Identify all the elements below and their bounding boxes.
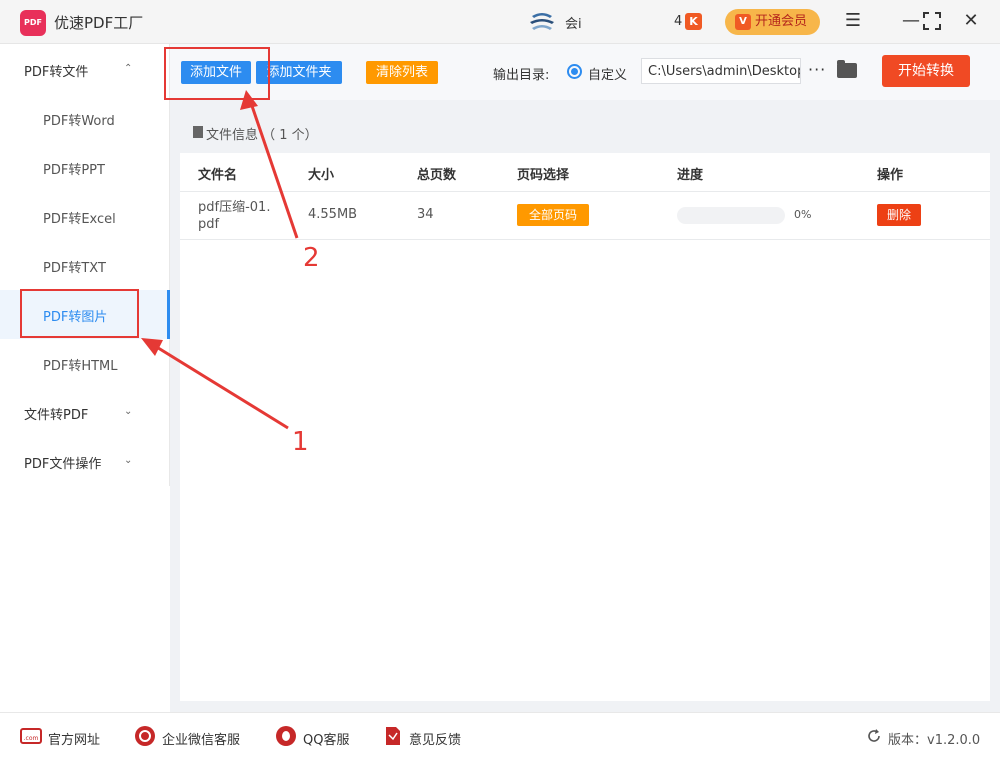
vip-icon: V bbox=[735, 14, 751, 30]
column-action: 操作 bbox=[877, 168, 904, 183]
version-text: 版本：v1.2.0.0 bbox=[888, 733, 981, 748]
user-name[interactable]: 会i bbox=[565, 13, 582, 32]
sidebar: PDF转文件 ⌃ PDF转Word PDF转PPT PDF转Excel PDF转… bbox=[0, 44, 170, 486]
row-divider bbox=[180, 239, 990, 240]
menu-icon[interactable]: ☰ bbox=[842, 10, 864, 32]
sidebar-item-pdf-to-word[interactable]: PDF转Word bbox=[43, 110, 115, 129]
app-logo: PDF bbox=[20, 10, 46, 36]
svg-text:.com: .com bbox=[24, 735, 39, 742]
footer-link-wechat[interactable]: 企业微信客服 bbox=[162, 729, 240, 748]
custom-output-label[interactable]: 自定义 bbox=[588, 64, 627, 83]
start-convert-button[interactable]: 开始转换 bbox=[882, 55, 970, 87]
progress-bar bbox=[677, 207, 785, 224]
sidebar-group-file-to-pdf[interactable]: 文件转PDF bbox=[24, 404, 88, 423]
column-page-select: 页码选择 bbox=[517, 168, 570, 183]
close-icon[interactable]: ✕ bbox=[960, 10, 982, 32]
progress-text: 0% bbox=[794, 208, 812, 221]
chevron-down-icon[interactable]: ⌄ bbox=[124, 406, 132, 417]
sidebar-group-pdf-operations[interactable]: PDF文件操作 bbox=[24, 453, 101, 472]
column-size: 大小 bbox=[308, 168, 335, 183]
footer: .com 官方网址 企业微信客服 QQ客服 意见反馈 版本：v1.2.0.0 bbox=[0, 712, 1000, 760]
column-filename: 文件名 bbox=[198, 168, 238, 183]
annotation-box-pdf-to-image bbox=[20, 289, 139, 338]
chevron-down-icon[interactable]: ⌄ bbox=[124, 455, 132, 466]
vip-button[interactable]: V 开通会员 bbox=[725, 9, 820, 35]
footer-link-qq[interactable]: QQ客服 bbox=[303, 729, 349, 748]
header-divider bbox=[180, 191, 990, 192]
browse-more-button[interactable]: ··· bbox=[808, 60, 826, 79]
file-info-header: 文件信息 （ 1 个） bbox=[180, 111, 990, 153]
clear-list-button[interactable]: 清除列表 bbox=[366, 61, 438, 84]
file-size: 4.55MB bbox=[308, 207, 358, 222]
column-pages: 总页数 bbox=[417, 168, 457, 183]
file-icon bbox=[193, 126, 203, 138]
sidebar-item-pdf-to-ppt[interactable]: PDF转PPT bbox=[43, 159, 105, 178]
footer-link-website[interactable]: 官方网址 bbox=[48, 729, 100, 748]
sidebar-item-pdf-to-html[interactable]: PDF转HTML bbox=[43, 355, 118, 374]
minimize-icon[interactable]: — bbox=[900, 10, 922, 32]
column-progress: 进度 bbox=[677, 168, 704, 183]
fullscreen-icon[interactable] bbox=[922, 11, 942, 31]
footer-link-feedback[interactable]: 意见反馈 bbox=[409, 729, 461, 748]
annotation-number-2: 2 bbox=[303, 243, 320, 273]
page-select-button[interactable]: 全部页码 bbox=[517, 204, 589, 226]
qq-service-icon[interactable] bbox=[275, 725, 297, 747]
file-list-panel: 文件信息 （ 1 个） 文件名 大小 总页数 页码选择 进度 操作 pdf压缩-… bbox=[180, 111, 990, 701]
notification-icon[interactable]: K bbox=[685, 13, 702, 30]
wechat-service-icon[interactable] bbox=[134, 725, 156, 747]
custom-output-radio[interactable] bbox=[567, 64, 582, 79]
title-bar: PDF 优速PDF工厂 会i 4 K V 开通会员 ☰ — ✕ bbox=[0, 0, 1000, 44]
vip-button-label: 开通会员 bbox=[755, 14, 808, 29]
sidebar-item-pdf-to-txt[interactable]: PDF转TXT bbox=[43, 257, 106, 276]
output-dir-label: 输出目录: bbox=[493, 68, 550, 83]
sidebar-group-pdf-to-file[interactable]: PDF转文件 bbox=[24, 61, 88, 80]
chevron-up-icon[interactable]: ⌃ bbox=[124, 63, 132, 74]
file-pages: 34 bbox=[417, 207, 434, 222]
app-title: 优速PDF工厂 bbox=[54, 14, 144, 32]
notification-count: 4 bbox=[674, 14, 683, 29]
file-name-line2: pdf bbox=[198, 217, 220, 232]
feedback-icon[interactable] bbox=[382, 725, 404, 747]
file-info-title: 文件信息 （ 1 个） bbox=[206, 128, 318, 143]
output-path-input[interactable]: C:\Users\admin\Desktop bbox=[641, 58, 801, 84]
file-name-line1: pdf压缩-01. bbox=[198, 200, 271, 215]
annotation-box-add-file bbox=[164, 47, 270, 100]
refresh-icon[interactable] bbox=[866, 728, 882, 744]
user-avatar-icon[interactable] bbox=[528, 10, 556, 34]
annotation-number-1: 1 bbox=[292, 427, 309, 457]
sidebar-item-pdf-to-excel[interactable]: PDF转Excel bbox=[43, 208, 116, 227]
delete-button[interactable]: 删除 bbox=[877, 204, 921, 226]
website-icon[interactable]: .com bbox=[20, 725, 42, 747]
folder-icon[interactable] bbox=[837, 60, 857, 78]
